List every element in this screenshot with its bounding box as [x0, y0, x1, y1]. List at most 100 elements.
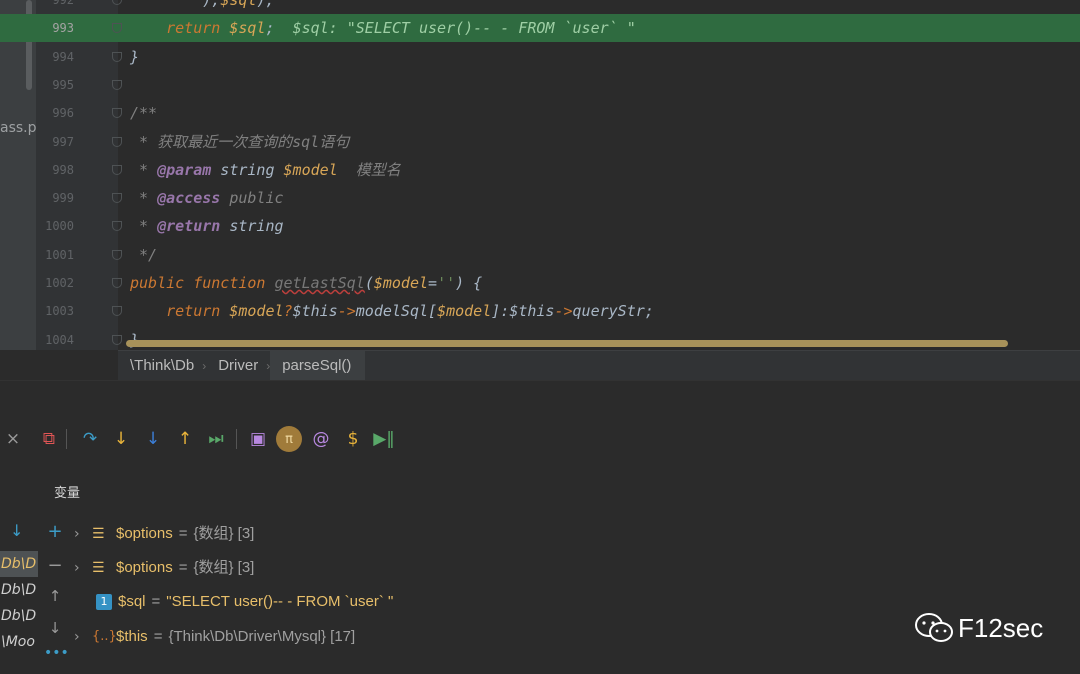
current-code-line[interactable]: 993 return $sql; $sql: "SELECT user()-- …	[0, 14, 1080, 43]
line-number: 994	[52, 49, 74, 64]
number-type-icon: 1	[96, 594, 112, 611]
dollar-icon[interactable]: $	[340, 425, 366, 453]
code-token: */	[130, 245, 158, 264]
expand-chevron-icon[interactable]: ›	[74, 553, 92, 583]
code-line[interactable]: 1002 public function getLastSql($model=''…	[0, 269, 1080, 297]
code-line[interactable]: 999 * @access public	[0, 184, 1080, 212]
code-token: return	[130, 302, 230, 321]
variable-row[interactable]: › {..} $this = {Think\Db\Driver\Mysql} [17]	[74, 622, 355, 652]
array-type-icon: ☰	[92, 526, 105, 542]
variable-row[interactable]: › ☰ $options = {数组} [3]	[74, 553, 254, 583]
restore-layout-icon[interactable]: ⧉	[36, 425, 62, 453]
frame-down-arrow-icon[interactable]: ↓	[10, 521, 23, 540]
code-token: }	[130, 47, 140, 66]
wechat-logo-icon	[914, 612, 954, 644]
code-line[interactable]: 1000 * @return string	[0, 212, 1080, 240]
fold-marker-icon[interactable]	[112, 334, 122, 345]
horizontal-scrollbar[interactable]	[126, 340, 1008, 347]
code-line[interactable]: 1003 return $model?$this->modelSql[$mode…	[0, 297, 1080, 325]
stack-frame[interactable]: Db\D	[0, 603, 38, 629]
force-step-into-icon[interactable]: ↓	[140, 425, 166, 453]
line-number: 999	[52, 191, 74, 206]
code-token: $model	[283, 160, 338, 179]
code-token: @param	[157, 160, 212, 179]
stack-frame[interactable]: Db\D	[0, 577, 38, 603]
fold-marker-icon[interactable]	[112, 23, 122, 34]
code-line[interactable]: 994}	[0, 43, 1080, 71]
fold-marker-icon[interactable]	[112, 221, 122, 232]
code-token: $sql	[220, 0, 257, 9]
code-token: *	[130, 160, 158, 179]
fold-marker-icon[interactable]	[112, 136, 122, 147]
code-token: string	[220, 217, 284, 236]
fold-marker-icon[interactable]	[112, 79, 122, 90]
move-down-icon[interactable]: ↓	[44, 619, 66, 641]
variable-row[interactable]: › ☰ $options = {数组} [3]	[74, 519, 254, 549]
pi-icon[interactable]: π	[276, 426, 302, 452]
variable-value: "SELECT user()-- - FROM `user` "	[166, 593, 394, 611]
variable-name: $this	[116, 627, 148, 645]
code-token: /**	[130, 104, 158, 123]
close-icon[interactable]: ×	[0, 425, 26, 453]
line-number: 997	[52, 134, 74, 149]
code-line[interactable]: 1001 */	[0, 241, 1080, 269]
expand-chevron-icon[interactable]: ›	[74, 622, 92, 652]
variable-name: $sql	[118, 593, 146, 611]
code-text: return $model?$this->modelSql[$model]:$t…	[130, 297, 654, 325]
fold-marker-icon[interactable]	[112, 193, 122, 204]
code-text: ),$sql);	[130, 0, 275, 14]
code-text: * @return string	[130, 212, 284, 240]
more-icon[interactable]: •••	[44, 645, 69, 667]
expand-chevron-icon[interactable]: ›	[74, 519, 92, 549]
add-watch-icon[interactable]: +	[44, 521, 66, 543]
code-token: ->	[337, 302, 356, 321]
move-up-icon[interactable]: ↑	[44, 587, 66, 609]
fold-marker-icon[interactable]	[112, 51, 122, 62]
code-token: ''	[437, 274, 456, 292]
code-token: $model	[373, 274, 429, 292]
variable-row[interactable]: 1 $sql = "SELECT user()-- - FROM `user` "	[74, 587, 393, 617]
code-token: );	[256, 0, 275, 9]
code-token: getLastSql	[274, 274, 365, 292]
equals-sign: =	[151, 593, 161, 611]
code-line[interactable]: 995	[0, 71, 1080, 99]
remove-watch-icon[interactable]: −	[44, 555, 66, 577]
step-over-icon[interactable]: ↷	[77, 425, 103, 453]
console-icon[interactable]: ▣	[245, 425, 271, 453]
breadcrumb-namespace[interactable]: \Think\Db	[118, 357, 202, 374]
breadcrumb-class[interactable]: Driver	[206, 357, 266, 374]
breadcrumb-method[interactable]: parseSql()	[270, 350, 366, 381]
fold-marker-icon[interactable]	[112, 108, 122, 119]
frames-list: Db\D Db\D Db\D \Moo	[0, 551, 38, 667]
code-text: }	[130, 43, 139, 71]
fold-marker-icon[interactable]	[112, 164, 122, 175]
variable-value: {数组} [3]	[193, 559, 255, 577]
fold-marker-icon[interactable]	[112, 278, 122, 288]
code-token: *	[130, 189, 158, 208]
code-editor[interactable]: ass.pl 992 ),$sql); 993 return $sql; $sql…	[0, 0, 1080, 350]
run-to-cursor-icon[interactable]: ⏭	[203, 425, 229, 453]
equals-sign: =	[178, 525, 188, 542]
code-token: ;	[644, 302, 654, 321]
code-token: modelSql	[355, 302, 429, 321]
code-token: @access	[157, 189, 221, 208]
line-number: 1002	[45, 276, 74, 290]
code-line[interactable]: 998 * @param string $model 模型名	[0, 156, 1080, 184]
code-line[interactable]: 997 * 获取最近一次查询的sql语句	[0, 128, 1080, 156]
fold-marker-icon[interactable]	[112, 306, 122, 317]
code-line[interactable]: 992 ),$sql);	[0, 0, 1080, 14]
stack-frame[interactable]: \Moo	[0, 629, 38, 655]
code-token: 语句	[319, 132, 350, 151]
at-icon[interactable]: @	[308, 425, 334, 453]
code-line[interactable]: 996 /**	[0, 99, 1080, 127]
code-token: $this	[292, 302, 338, 321]
code-text: * 获取最近一次查询的sql语句	[130, 128, 349, 156]
fold-marker-icon[interactable]	[112, 249, 122, 260]
fold-marker-icon[interactable]	[112, 0, 122, 5]
code-token: $sql	[229, 19, 266, 38]
resume-icon[interactable]: ▶‖	[371, 425, 397, 453]
step-into-icon[interactable]: ↓	[108, 425, 134, 453]
step-out-icon[interactable]: ↑	[172, 425, 198, 453]
line-number: 1004	[45, 332, 74, 347]
stack-frame[interactable]: Db\D	[0, 551, 38, 577]
